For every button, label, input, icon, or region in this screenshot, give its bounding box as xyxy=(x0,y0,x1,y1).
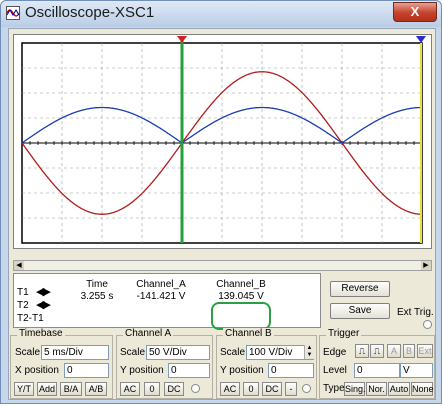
channel-a-zero-button[interactable]: 0 xyxy=(144,382,160,396)
channel-a-terminal-icon[interactable] xyxy=(191,384,200,393)
close-button[interactable]: X xyxy=(393,2,437,22)
channel-b-dc-button[interactable]: DC xyxy=(262,382,282,396)
channel-b-scale-value: 100 V/Div xyxy=(249,347,293,358)
t2-t1-label: T2-T1 xyxy=(17,313,44,324)
oscilloscope-app-icon xyxy=(6,6,20,20)
scroll-right-icon[interactable]: ▶ xyxy=(421,261,431,270)
trigger-auto-button[interactable]: Auto xyxy=(388,382,410,396)
channel-b-negative-button[interactable]: - xyxy=(285,382,297,396)
trigger-none-button[interactable]: None xyxy=(411,382,434,396)
trigger-type-label: Type xyxy=(323,383,345,394)
scope-screen xyxy=(13,34,432,249)
t2-arrows-icon[interactable]: ◀▶ xyxy=(36,298,51,311)
t2-label: T2 xyxy=(17,300,29,311)
ext-trig-label: Ext Trig. xyxy=(397,307,434,318)
channel-a-ypos-field[interactable]: 0 xyxy=(168,363,210,378)
scroll-left-icon[interactable]: ◀ xyxy=(14,261,24,270)
channel-b-group: Channel B Scale 100 V/Div ▲ ▼ Y position … xyxy=(216,328,317,399)
x-position-field[interactable]: 0 xyxy=(64,363,109,378)
trigger-source-a-button[interactable]: A xyxy=(387,344,401,358)
trigger-title: Trigger xyxy=(326,328,362,339)
mode-add-button[interactable]: Add xyxy=(37,382,57,396)
rising-edge-icon[interactable]: ⎍ xyxy=(355,344,369,358)
trigger-source-ext-button[interactable]: Ext xyxy=(417,344,433,358)
oscilloscope-panel: ◀ ▶ T1 ◀▶ T2 ◀▶ T2-T1 Time 3.255 s Chann… xyxy=(8,28,436,400)
t1-channel-b-value: 139.045 V xyxy=(218,291,264,302)
channel-a-scale-field[interactable]: 50 V/Div xyxy=(146,345,210,360)
channel-a-ac-button[interactable]: AC xyxy=(120,382,140,396)
channel-b-ypos-field[interactable]: 0 xyxy=(268,363,314,378)
title-bar[interactable]: Oscilloscope-XSC1 X xyxy=(1,1,441,27)
x-position-label: X position xyxy=(15,365,59,376)
cursor-readout-panel: T1 ◀▶ T2 ◀▶ T2-T1 Time 3.255 s Channel_A… xyxy=(13,273,321,330)
timebase-title: Timebase xyxy=(17,328,65,339)
cursor-t2-marker-icon xyxy=(416,36,426,43)
reverse-button[interactable]: Reverse xyxy=(330,281,390,297)
mode-yt-button[interactable]: Y/T xyxy=(14,382,34,396)
channel-b-scale-spinner-icon[interactable]: ▲ ▼ xyxy=(304,345,314,359)
trigger-normal-button[interactable]: Nor. xyxy=(366,382,387,396)
channel-a-header: Channel_A xyxy=(136,279,186,290)
t1-time-value: 3.255 s xyxy=(80,291,114,302)
channel-b-scale-label: Scale xyxy=(220,347,246,358)
timebase-group: Timebase Scale 5 ms/Div X position 0 Y/T… xyxy=(10,328,113,399)
t1-channel-a-value: -141.421 V xyxy=(136,291,186,302)
trigger-source-b-button[interactable]: B xyxy=(403,344,415,358)
window-title: Oscilloscope-XSC1 xyxy=(25,4,155,21)
channel-a-group: Channel A Scale 50 V/Div Y position 0 AC… xyxy=(116,328,213,399)
cursor-t1-marker-icon xyxy=(177,36,187,43)
channel-a-scale-label: Scale xyxy=(120,347,146,358)
mode-ba-button[interactable]: B/A xyxy=(60,382,82,396)
channel-b-title: Channel B xyxy=(223,328,274,339)
save-button[interactable]: Save xyxy=(330,303,390,319)
channel-b-highlight xyxy=(211,302,271,330)
timebase-scale-field[interactable]: 5 ms/Div xyxy=(41,345,109,360)
scope-display xyxy=(21,36,426,244)
mode-ab-button[interactable]: A/B xyxy=(85,382,107,396)
t1-arrows-icon[interactable]: ◀▶ xyxy=(36,285,51,298)
close-icon: X xyxy=(410,4,420,19)
falling-edge-icon[interactable]: ⎍ xyxy=(370,344,384,358)
time-header: Time xyxy=(86,279,108,290)
channel-b-header: Channel_B xyxy=(216,279,266,290)
channel-a-ypos-label: Y position xyxy=(120,365,164,376)
channel-a-title: Channel A xyxy=(123,328,174,339)
channel-a-dc-button[interactable]: DC xyxy=(164,382,184,396)
trigger-level-label: Level xyxy=(323,365,347,376)
trigger-group: Trigger Edge ⎍ ⎍ A B Ext Level 0 V Type … xyxy=(319,328,435,399)
channel-b-zero-button[interactable]: 0 xyxy=(243,382,259,396)
ext-trig-terminal-icon[interactable] xyxy=(423,320,432,329)
trigger-level-unit[interactable]: V xyxy=(400,363,433,378)
channel-b-terminal-icon[interactable] xyxy=(302,384,311,393)
t1-label: T1 xyxy=(17,287,29,298)
horizontal-scrollbar[interactable]: ◀ ▶ xyxy=(13,260,432,271)
channel-b-ypos-label: Y position xyxy=(220,365,264,376)
trigger-level-field[interactable]: 0 xyxy=(354,363,400,378)
channel-b-ac-button[interactable]: AC xyxy=(220,382,240,396)
oscilloscope-window: Oscilloscope-XSC1 X ◀ ▶ T1 ◀▶ T2 ◀▶ T2-T… xyxy=(0,0,442,404)
trigger-edge-label: Edge xyxy=(323,347,347,358)
timebase-scale-label: Scale xyxy=(15,347,41,358)
trigger-single-button[interactable]: Sing. xyxy=(344,382,366,396)
